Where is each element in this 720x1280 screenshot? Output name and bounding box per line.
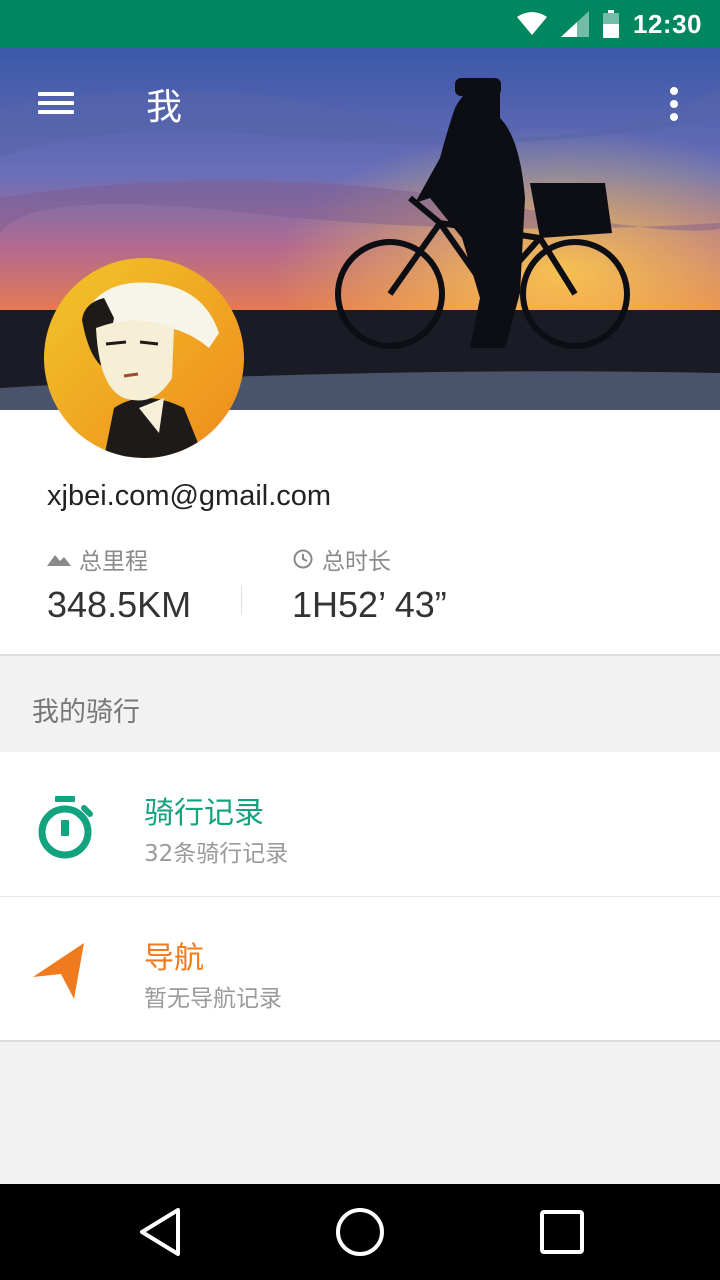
ride-menu-list: 骑行记录 32条骑行记录 导航 暂无导航记录 — [0, 752, 720, 1040]
stat-total-duration: 总时长 1H52’ 43” — [292, 542, 447, 626]
stat-total-distance: 总里程 348.5KM — [47, 542, 191, 626]
stat-label: 总时长 — [322, 549, 391, 575]
divider — [0, 1040, 720, 1042]
clock-icon — [293, 549, 313, 569]
page-title: 我 — [146, 87, 183, 128]
navigation-arrow-icon — [33, 943, 84, 999]
section-header: 我的骑行 — [0, 656, 720, 752]
stat-value: 1H52’ 43” — [292, 584, 447, 625]
cell-signal-icon — [561, 11, 589, 37]
more-options-button[interactable] — [660, 82, 688, 126]
list-item-subtitle: 暂无导航记录 — [144, 986, 282, 1012]
terrain-icon — [47, 555, 71, 566]
list-item-navigation[interactable]: 导航 暂无导航记录 — [0, 896, 720, 1040]
list-item-subtitle: 32条骑行记录 — [144, 841, 289, 867]
section-title: 我的骑行 — [32, 697, 140, 728]
stat-label: 总里程 — [79, 549, 148, 575]
status-time: 12:30 — [633, 8, 702, 39]
more-vert-icon — [670, 87, 678, 95]
battery-icon — [603, 10, 619, 38]
recents-icon[interactable] — [534, 1204, 590, 1260]
list-item-title: 骑行记录 — [144, 796, 264, 831]
back-icon[interactable] — [132, 1204, 188, 1260]
hamburger-menu-icon — [38, 92, 74, 96]
list-item-ride-records[interactable]: 骑行记录 32条骑行记录 — [0, 752, 720, 896]
status-bar: 12:30 — [0, 0, 720, 48]
system-nav-bar — [0, 1184, 720, 1280]
stat-value: 348.5KM — [47, 584, 192, 625]
list-item-title: 导航 — [144, 941, 204, 976]
avatar-illustration — [44, 258, 244, 458]
home-icon[interactable] — [332, 1204, 388, 1260]
avatar[interactable] — [44, 258, 244, 458]
stat-divider — [241, 586, 242, 614]
user-email: xjbei.com@gmail.com — [47, 480, 332, 512]
menu-button[interactable] — [34, 84, 78, 124]
stopwatch-icon — [38, 796, 93, 859]
wifi-icon — [517, 12, 547, 35]
